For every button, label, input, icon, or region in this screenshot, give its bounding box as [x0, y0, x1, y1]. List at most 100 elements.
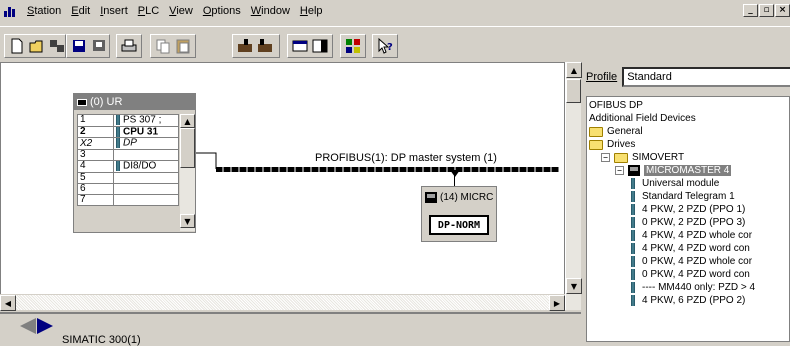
dp-norm-button[interactable]: DP-NORM	[429, 215, 489, 235]
dp-slave-box[interactable]: (14) MICRC DP-NORM	[421, 186, 497, 242]
menu-plc[interactable]: PLC	[133, 5, 164, 17]
network-icon[interactable]	[344, 37, 362, 55]
help-icon[interactable]: ?	[376, 37, 394, 55]
catalog-tree-item[interactable]: − SIMOVERT	[601, 151, 684, 164]
save-compile-icon[interactable]	[48, 37, 66, 55]
catalog-tree-item[interactable]: Additional Field Devices	[589, 112, 696, 125]
rack-table: 1 PS 307 ; 2 CPU 31 X2 DP 3 4 DI8/DO 5 6 7	[77, 114, 179, 206]
catalog-tree-label: SIMOVERT	[632, 152, 685, 163]
toolbar: ?	[0, 26, 790, 62]
collapse-icon[interactable]: −	[601, 153, 610, 162]
catalog-tree-item[interactable]: 0 PKW, 4 PZD word con	[631, 268, 750, 281]
table-view-icon[interactable]	[291, 37, 309, 55]
toolbar-group-print	[116, 34, 142, 58]
rack-row[interactable]: 4 DI8/DO	[77, 159, 179, 173]
menu-insert[interactable]: Insert	[95, 5, 133, 17]
rack-row[interactable]: 5	[77, 171, 179, 184]
catalog-tree-label: 4 PKW, 2 PZD (PPO 1)	[642, 204, 746, 215]
save-icon[interactable]	[70, 37, 88, 55]
detail-pane: SIMATIC 300(1)	[0, 312, 581, 346]
scroll-left-button[interactable]: ◀	[0, 295, 16, 311]
menu-view[interactable]: View	[164, 5, 198, 17]
toolbar-group-file	[4, 34, 66, 58]
catalog-tree-item[interactable]: 4 PKW, 6 PZD (PPO 2)	[631, 294, 745, 307]
rack-row[interactable]: X2 DP	[77, 137, 179, 150]
toolbar-group-network	[340, 34, 366, 58]
catalog-tree-item[interactable]: OFIBUS DP	[589, 99, 643, 112]
catalog-tree-item[interactable]: 4 PKW, 4 PZD word con	[631, 242, 750, 255]
rack-module-label: DI8/DO	[123, 160, 157, 172]
rack-row[interactable]: 7	[77, 193, 179, 206]
rack-scroll-down-button[interactable]: ▼	[180, 214, 195, 228]
collapse-icon[interactable]: −	[615, 166, 624, 175]
rack-module: DI8/DO	[113, 159, 179, 173]
copy-icon[interactable]	[154, 37, 172, 55]
rack-scroll-thumb[interactable]	[180, 128, 195, 168]
rack-slot: 1	[77, 114, 114, 127]
profibus-line[interactable]	[216, 167, 559, 172]
hardware-catalog: Profile Standard OFIBUS DP Additional Fie…	[583, 62, 790, 342]
catalog-tree-item[interactable]: Universal module	[631, 177, 719, 190]
paste-icon[interactable]	[174, 37, 192, 55]
catalog-tree[interactable]: OFIBUS DP Additional Field Devices General…	[586, 96, 790, 342]
menu-edit[interactable]: Edit	[66, 5, 95, 17]
print-icon[interactable]	[120, 37, 138, 55]
rack-scrollbar[interactable]: ▲ ▼	[180, 114, 195, 231]
catalog-tree-item[interactable]: 0 PKW, 2 PZD (PPO 3)	[631, 216, 745, 229]
drive-icon	[425, 192, 437, 203]
minimize-button[interactable]: _	[743, 4, 758, 17]
menu-help[interactable]: Help	[295, 5, 328, 17]
catalog-tree-label: 4 PKW, 6 PZD (PPO 2)	[642, 295, 746, 306]
catalog-tree-item[interactable]: − MICROMASTER 4	[615, 164, 732, 177]
module-icon	[116, 127, 120, 137]
rack-module-label: PS 307 ;	[123, 114, 162, 126]
rack-module-label: DP	[123, 137, 137, 149]
catalog-tree-item[interactable]: Standard Telegram 1	[631, 190, 735, 203]
rack-row[interactable]: 3	[77, 148, 179, 161]
scroll-thumb[interactable]	[566, 79, 581, 103]
forward-arrow-icon[interactable]	[37, 318, 53, 334]
catalog-icon[interactable]	[311, 37, 329, 55]
rack-slot: 3	[77, 148, 114, 161]
menu-station[interactable]: Station	[22, 5, 66, 17]
profile-select[interactable]: Standard	[622, 67, 790, 87]
scroll-right-button[interactable]: ▶	[549, 295, 565, 311]
rack-slot: 5	[77, 171, 114, 184]
catalog-tree-item[interactable]: Drives	[589, 138, 635, 151]
download-icon[interactable]	[90, 37, 108, 55]
toolbar-group-view	[287, 34, 333, 58]
module-icon	[631, 243, 635, 254]
close-button[interactable]: ×	[775, 4, 790, 17]
download-module-icon[interactable]	[236, 37, 254, 55]
upload-module-icon[interactable]	[256, 37, 274, 55]
scroll-down-button[interactable]: ▼	[566, 278, 582, 294]
catalog-tree-item[interactable]: General	[589, 125, 643, 138]
catalog-tree-item[interactable]: 4 PKW, 4 PZD whole cor	[631, 229, 752, 242]
workspace-horizontal-scrollbar[interactable]: ◀ ▶	[0, 294, 565, 311]
catalog-tree-item[interactable]: 4 PKW, 2 PZD (PPO 1)	[631, 203, 745, 216]
rack-slot: 4	[77, 159, 114, 173]
back-arrow-icon[interactable]	[20, 318, 36, 334]
module-icon	[631, 204, 635, 215]
menu-options[interactable]: Options	[198, 5, 246, 17]
module-icon	[631, 230, 635, 241]
scroll-up-button[interactable]: ▲	[566, 62, 582, 78]
open-icon[interactable]	[28, 37, 46, 55]
rack-window[interactable]: (0) UR 1 PS 307 ; 2 CPU 31 X2 DP 3 4 DI8/DO 5 6 7 ▲…	[73, 93, 196, 233]
catalog-tree-label: Universal module	[642, 178, 720, 189]
new-icon[interactable]	[8, 37, 26, 55]
station-label: SIMATIC 300(1)	[62, 334, 141, 346]
dp-slave-title: (14) MICRC	[425, 192, 493, 203]
module-icon	[631, 191, 635, 202]
rack-row[interactable]: 2 CPU 31	[77, 125, 179, 139]
rack-row[interactable]: 6	[77, 182, 179, 195]
menu-window[interactable]: Window	[246, 5, 295, 17]
workspace-vertical-scrollbar[interactable]: ▲ ▼	[565, 62, 582, 310]
catalog-tree-item[interactable]: ---- MM440 only: PZD > 4	[631, 281, 755, 294]
rack-module	[113, 182, 179, 195]
toolbar-group-plc	[232, 34, 280, 58]
catalog-tree-item[interactable]: 0 PKW, 4 PZD whole cor	[631, 255, 752, 268]
rack-scroll-up-button[interactable]: ▲	[180, 114, 195, 128]
restore-button[interactable]: ▫	[759, 4, 774, 17]
rack-row[interactable]: 1 PS 307 ;	[77, 114, 179, 127]
